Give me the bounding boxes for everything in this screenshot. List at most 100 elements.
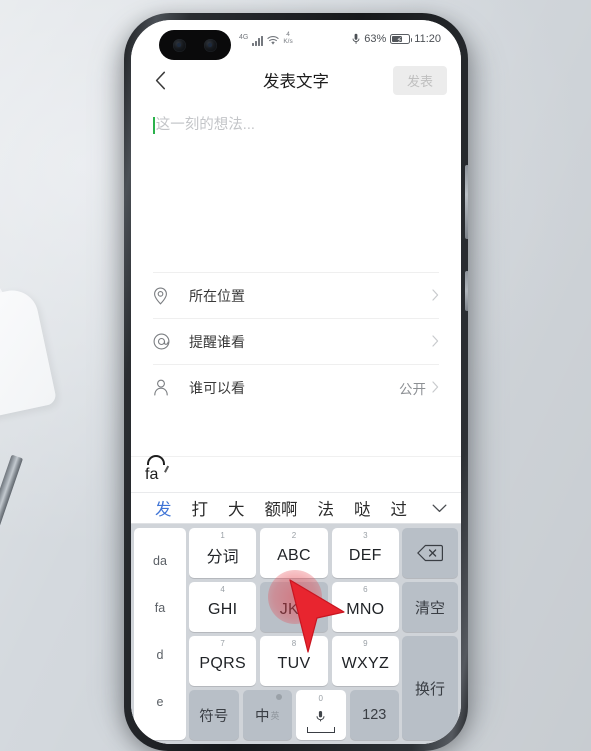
battery-charging-bolt: ⚡ [396,34,403,45]
post-editor[interactable]: 这一刻的想法... [131,102,461,272]
camera-lens-right [204,38,217,52]
editor-placeholder: 这一刻的想法... [155,117,255,133]
pinyin-suggestion-column[interactable]: da fa d e [134,528,186,740]
option-label: 谁可以看 [189,379,245,396]
network-speed: 4 K/s [283,31,293,46]
candidate-item[interactable]: 大 [218,496,255,520]
text-caret [153,117,155,134]
chevron-right-icon [432,288,439,303]
phone-device: 4G 4 K/s 63% ⚡ 11:20 发表文字 发表 这一刻的想法... 所… [124,13,468,751]
key-number: 3 [363,531,368,540]
back-button[interactable] [145,65,175,95]
ime-candidate-bar: 发 打 大 额啊 法 哒 过 [131,492,461,524]
battery-percent-label: 63% [364,33,387,45]
key-label: MNO [346,600,385,618]
status-bar: 4G 4 K/s 63% ⚡ 11:20 [131,20,461,60]
pinyin-tone-mark-icon [147,454,165,465]
chevron-right-icon [432,380,439,395]
pinyin-option[interactable]: da [153,555,167,568]
expand-candidates-button[interactable] [426,504,453,513]
ime-composing-bar: fa [131,454,461,492]
key-7-pqrs[interactable]: 7 PQRS [189,636,257,686]
key-9-wxyz[interactable]: 9 WXYZ [331,636,399,686]
pinyin-option[interactable]: e [157,696,164,709]
key-label: DEF [348,546,382,564]
keyboard-row-3: 7 PQRS 8 TUV 9 WXYZ [189,636,399,686]
key-label: PQRS [199,654,246,672]
key-label: WXYZ [341,654,390,672]
editor-input-row[interactable]: 这一刻的想法... [153,116,439,135]
key-number: 5 [291,585,297,594]
location-pin-icon [153,287,179,305]
microphone-icon [316,711,325,722]
candidate-item[interactable]: 过 [381,496,418,520]
microphone-icon [352,33,360,44]
power-button[interactable] [465,271,468,311]
backspace-icon [417,544,443,562]
volume-button[interactable] [465,165,468,239]
network-type-label: 4G [239,33,249,41]
pinyin-options-key[interactable]: da fa d e [134,528,186,740]
space-key[interactable]: 0 [296,690,346,740]
newline-key[interactable]: 换行 [402,636,458,740]
at-sign-icon [153,333,179,350]
backspace-key[interactable] [402,528,458,579]
key-label: GHI [207,600,238,618]
key-5-jkl[interactable]: 5 JKL [260,582,328,632]
language-indicator-dot [276,694,282,700]
keyboard-row-4: 符号 中 英 0 123 [189,690,399,740]
key-label: 分词 [206,549,239,566]
key-8-tuv[interactable]: 8 TUV [260,636,328,686]
network-speed-unit: K/s [283,38,293,45]
battery-icon: ⚡ [390,33,413,45]
key-number: 7 [220,639,225,648]
symbol-key[interactable]: 符号 [189,690,239,740]
key-3-def[interactable]: 3 DEF [331,528,399,578]
navigation-bar: 发表文字 发表 [131,58,461,102]
pinyin-option[interactable]: d [157,649,164,662]
candidate-item[interactable]: 哒 [344,496,381,520]
candidate-item[interactable]: 打 [182,496,219,520]
key-number: 4 [220,585,225,594]
key-label: TUV [277,654,311,672]
key-4-ghi[interactable]: 4 GHI [189,582,257,632]
status-bar-right: 63% ⚡ 11:20 [352,33,441,45]
clear-key[interactable]: 清空 [402,582,458,633]
phone-screen: 4G 4 K/s 63% ⚡ 11:20 发表文字 发表 这一刻的想法... 所… [131,20,461,744]
keyboard-row-1: 1 分词 2 ABC 3 DEF [189,528,399,578]
key-number: 2 [291,531,297,540]
person-icon [153,379,179,396]
keyboard-function-column: 清空 换行 [402,528,458,740]
camera-lens-left [173,38,186,52]
option-row-mention[interactable]: 提醒谁看 [153,318,439,364]
option-row-location[interactable]: 所在位置 [153,272,439,318]
keyboard-main-grid: 1 分词 2 ABC 3 DEF 4 GHI 5 JKL 6 MNO 7 PQR… [189,528,399,740]
chevron-right-icon [432,334,439,349]
front-camera-punch-hole [159,30,231,60]
candidate-item[interactable]: 法 [308,496,345,520]
clock-label: 11:20 [414,33,441,45]
status-bar-left: 4G 4 K/s [239,31,293,46]
option-label: 提醒谁看 [189,333,245,350]
option-label: 所在位置 [189,287,245,304]
option-row-visibility[interactable]: 谁可以看 公开 [153,364,439,410]
language-label: 中 [254,708,270,725]
language-sublabel: 英 [270,710,280,721]
key-6-mno[interactable]: 6 MNO [331,582,399,632]
send-button[interactable]: 发表 [392,65,447,95]
key-label: ABC [277,546,311,564]
post-options-list: 所在位置 提醒谁看 谁可以看 公开 [131,272,461,410]
option-value: 公开 [399,381,426,397]
key-label: JKL [279,600,309,618]
key-number: 9 [363,639,368,648]
pinyin-option[interactable]: fa [155,602,165,615]
numeric-key[interactable]: 123 [349,690,399,740]
key-1-fenci[interactable]: 1 分词 [189,528,257,578]
content-spacer [131,410,461,456]
candidate-item[interactable]: 额啊 [255,496,308,520]
key-number: 6 [363,585,368,594]
signal-strength-icon [252,35,264,46]
key-2-abc[interactable]: 2 ABC [260,528,328,578]
candidate-item[interactable]: 发 [145,496,182,520]
language-toggle-key[interactable]: 中 英 [242,690,292,740]
